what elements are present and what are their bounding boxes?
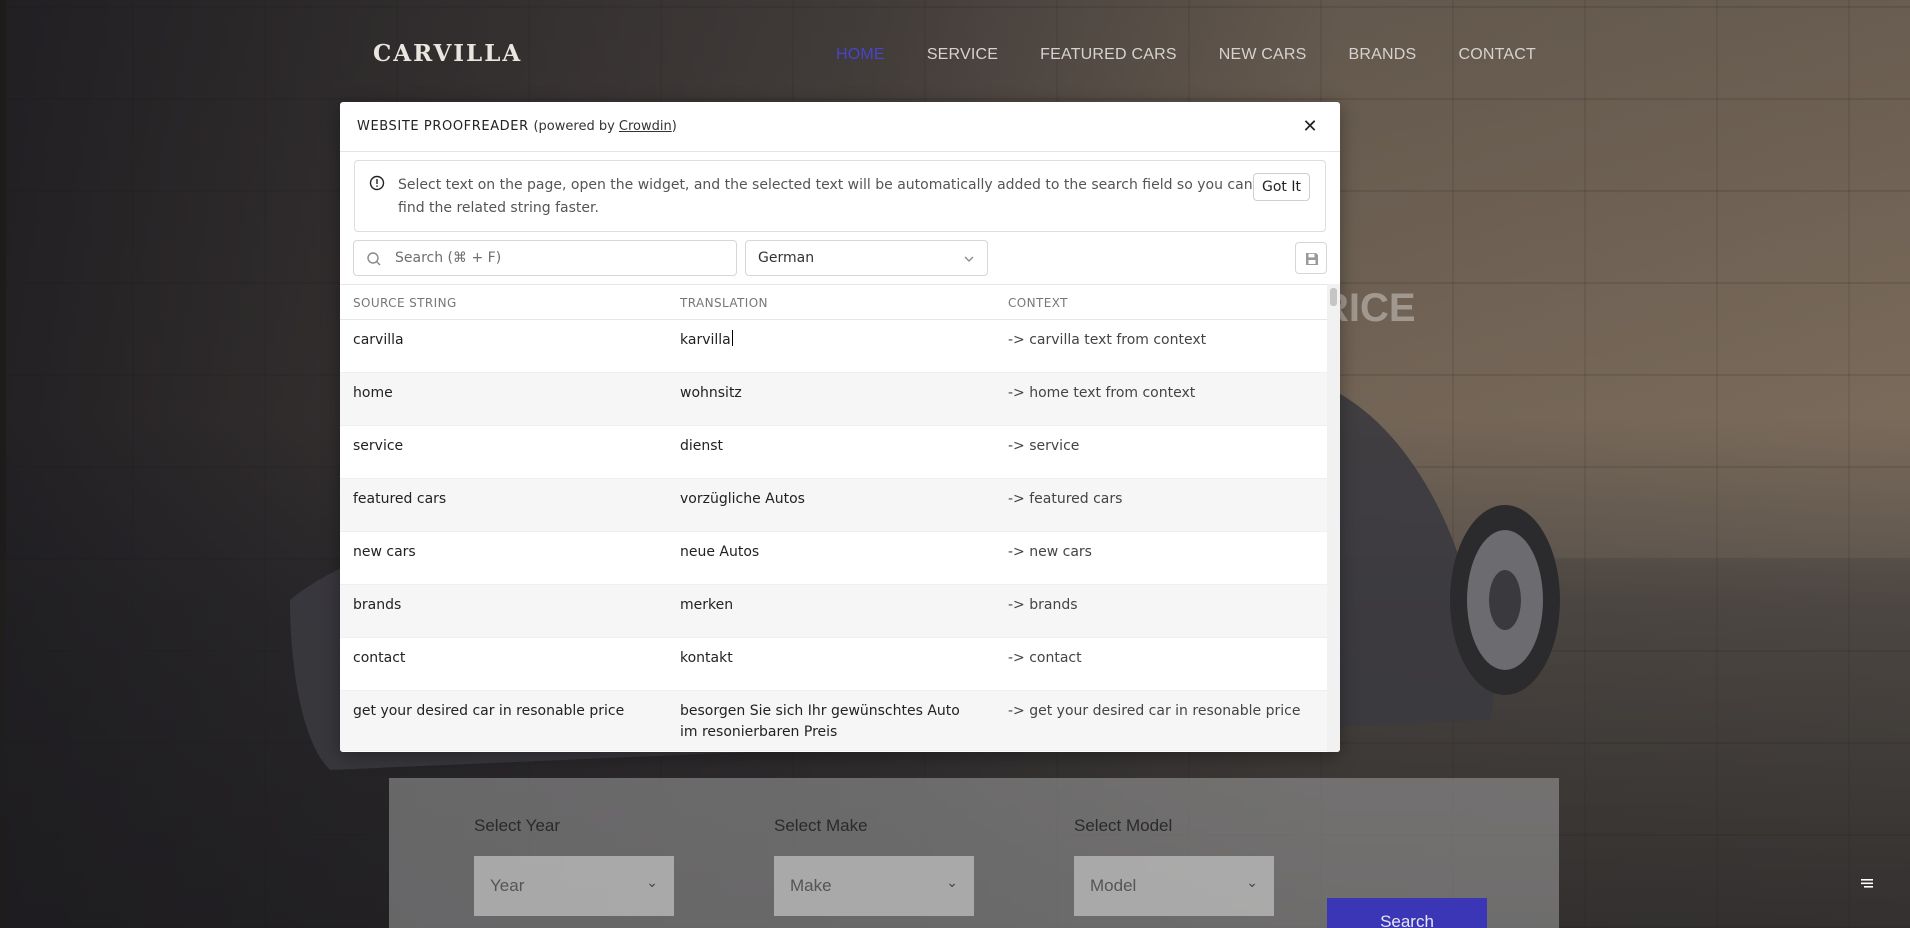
table-row[interactable]: service dienst -> service (340, 426, 1327, 479)
search-input[interactable]: Search (⌘ + F) (353, 240, 737, 276)
table-row[interactable]: home wohnsitz -> home text from context (340, 373, 1327, 426)
chevron-down-icon: ⌄ (1246, 874, 1258, 890)
save-icon (1306, 253, 1318, 265)
context-text: -> home text from context (1008, 385, 1196, 401)
table-row[interactable]: brands merken -> brands (340, 585, 1327, 638)
model-select-value: Model (1090, 876, 1137, 895)
table-row[interactable]: featured cars vorzügliche Autos -> featu… (340, 479, 1327, 532)
table-row[interactable]: contact kontakt -> contact (340, 638, 1327, 691)
nav-contact[interactable]: CONTACT (1458, 46, 1536, 64)
translation-field[interactable]: merken (680, 595, 980, 616)
context-text: -> featured cars (1008, 491, 1123, 507)
chevron-down-icon: ⌄ (646, 874, 658, 890)
car-search-panel: Select Year Select Make Select Model Yea… (389, 778, 1559, 928)
translation-field[interactable]: neue Autos (680, 542, 980, 563)
search-icon (367, 252, 381, 266)
language-select[interactable]: German (745, 240, 988, 276)
context-text: -> service (1008, 438, 1080, 454)
site-nav: HOME SERVICE FEATURED CARS NEW CARS BRAN… (836, 46, 1536, 64)
context-text: -> brands (1008, 597, 1078, 613)
make-label: Select Make (774, 816, 868, 835)
translation-field[interactable]: kontakt (680, 648, 980, 669)
year-select-value: Year (490, 876, 525, 895)
table-row[interactable]: get your desired car in resonable price … (340, 691, 1327, 751)
model-label: Select Model (1074, 816, 1173, 835)
got-it-button[interactable]: Got It (1253, 173, 1310, 201)
search-button[interactable]: Search (1327, 898, 1487, 928)
modal-title-text: WEBSITE PROOFREADER (357, 119, 529, 134)
proofreader-modal: WEBSITE PROOFREADER (powered by Crowdin)… (340, 102, 1340, 752)
translation-field[interactable]: dienst (680, 436, 980, 457)
translation-field[interactable]: karvilla (680, 330, 980, 351)
source-string: brands (353, 597, 402, 613)
context-text: -> carvilla text from context (1008, 332, 1207, 348)
source-string: new cars (353, 544, 416, 560)
nav-brands[interactable]: BRANDS (1349, 46, 1417, 64)
col-context: CONTEXT (1008, 296, 1068, 310)
translation-field[interactable]: vorzügliche Autos (680, 489, 980, 510)
source-string: contact (353, 650, 406, 666)
info-icon (369, 175, 385, 191)
context-text: -> new cars (1008, 544, 1092, 560)
table-header: SOURCE STRING TRANSLATION CONTEXT (340, 284, 1327, 320)
context-text: -> contact (1008, 650, 1082, 666)
text-cursor (731, 330, 733, 346)
table-scrollbar[interactable] (1327, 284, 1340, 752)
scroll-thumb[interactable] (1330, 288, 1337, 306)
year-select[interactable]: Year ⌄ (474, 856, 674, 916)
table-row[interactable]: carvilla karvilla -> carvilla text from … (340, 320, 1327, 373)
info-banner: Select text on the page, open the widget… (354, 160, 1326, 232)
modal-header: WEBSITE PROOFREADER (powered by Crowdin)… (340, 102, 1340, 152)
powered-prefix: (powered by (533, 119, 619, 134)
make-select-value: Make (790, 876, 832, 895)
chevron-down-icon (964, 256, 974, 262)
col-translation: TRANSLATION (680, 296, 768, 310)
search-placeholder: Search (⌘ + F) (395, 250, 502, 266)
source-string: home (353, 385, 393, 401)
close-icon[interactable]: ✕ (1300, 117, 1320, 137)
make-select[interactable]: Make ⌄ (774, 856, 974, 916)
powered-by: (powered by Crowdin) (533, 119, 676, 134)
chevron-down-icon: ⌄ (946, 874, 958, 890)
source-string: carvilla (353, 332, 404, 348)
crowdin-link[interactable]: Crowdin (619, 119, 672, 134)
nav-new-cars[interactable]: NEW CARS (1219, 46, 1307, 64)
translation-text: karvilla (680, 332, 731, 348)
strings-table: carvilla karvilla -> carvilla text from … (340, 320, 1327, 752)
source-string: featured cars (353, 491, 447, 507)
model-select[interactable]: Model ⌄ (1074, 856, 1274, 916)
nav-featured-cars[interactable]: FEATURED CARS (1040, 46, 1177, 64)
translation-field[interactable]: besorgen Sie sich Ihr gewünschtes Auto i… (680, 701, 980, 743)
col-source: SOURCE STRING (353, 296, 457, 310)
context-text: -> get your desired car in resonable pri… (1008, 703, 1301, 719)
nav-home[interactable]: HOME (836, 46, 885, 64)
table-row[interactable]: new cars neue Autos -> new cars (340, 532, 1327, 585)
modal-title: WEBSITE PROOFREADER (powered by Crowdin) (357, 119, 677, 134)
translation-field[interactable]: wohnsitz (680, 383, 980, 404)
source-string: service (353, 438, 404, 454)
save-button[interactable] (1295, 242, 1327, 274)
nav-service[interactable]: SERVICE (927, 46, 998, 64)
info-text: Select text on the page, open the widget… (398, 177, 1253, 216)
language-value: German (758, 250, 815, 266)
site-logo[interactable]: CARVILLA (373, 40, 522, 67)
powered-suffix: ) (671, 119, 677, 134)
year-label: Select Year (474, 816, 561, 835)
source-string: get your desired car in resonable price (353, 703, 625, 719)
widget-menu-icon[interactable] (1858, 874, 1876, 892)
